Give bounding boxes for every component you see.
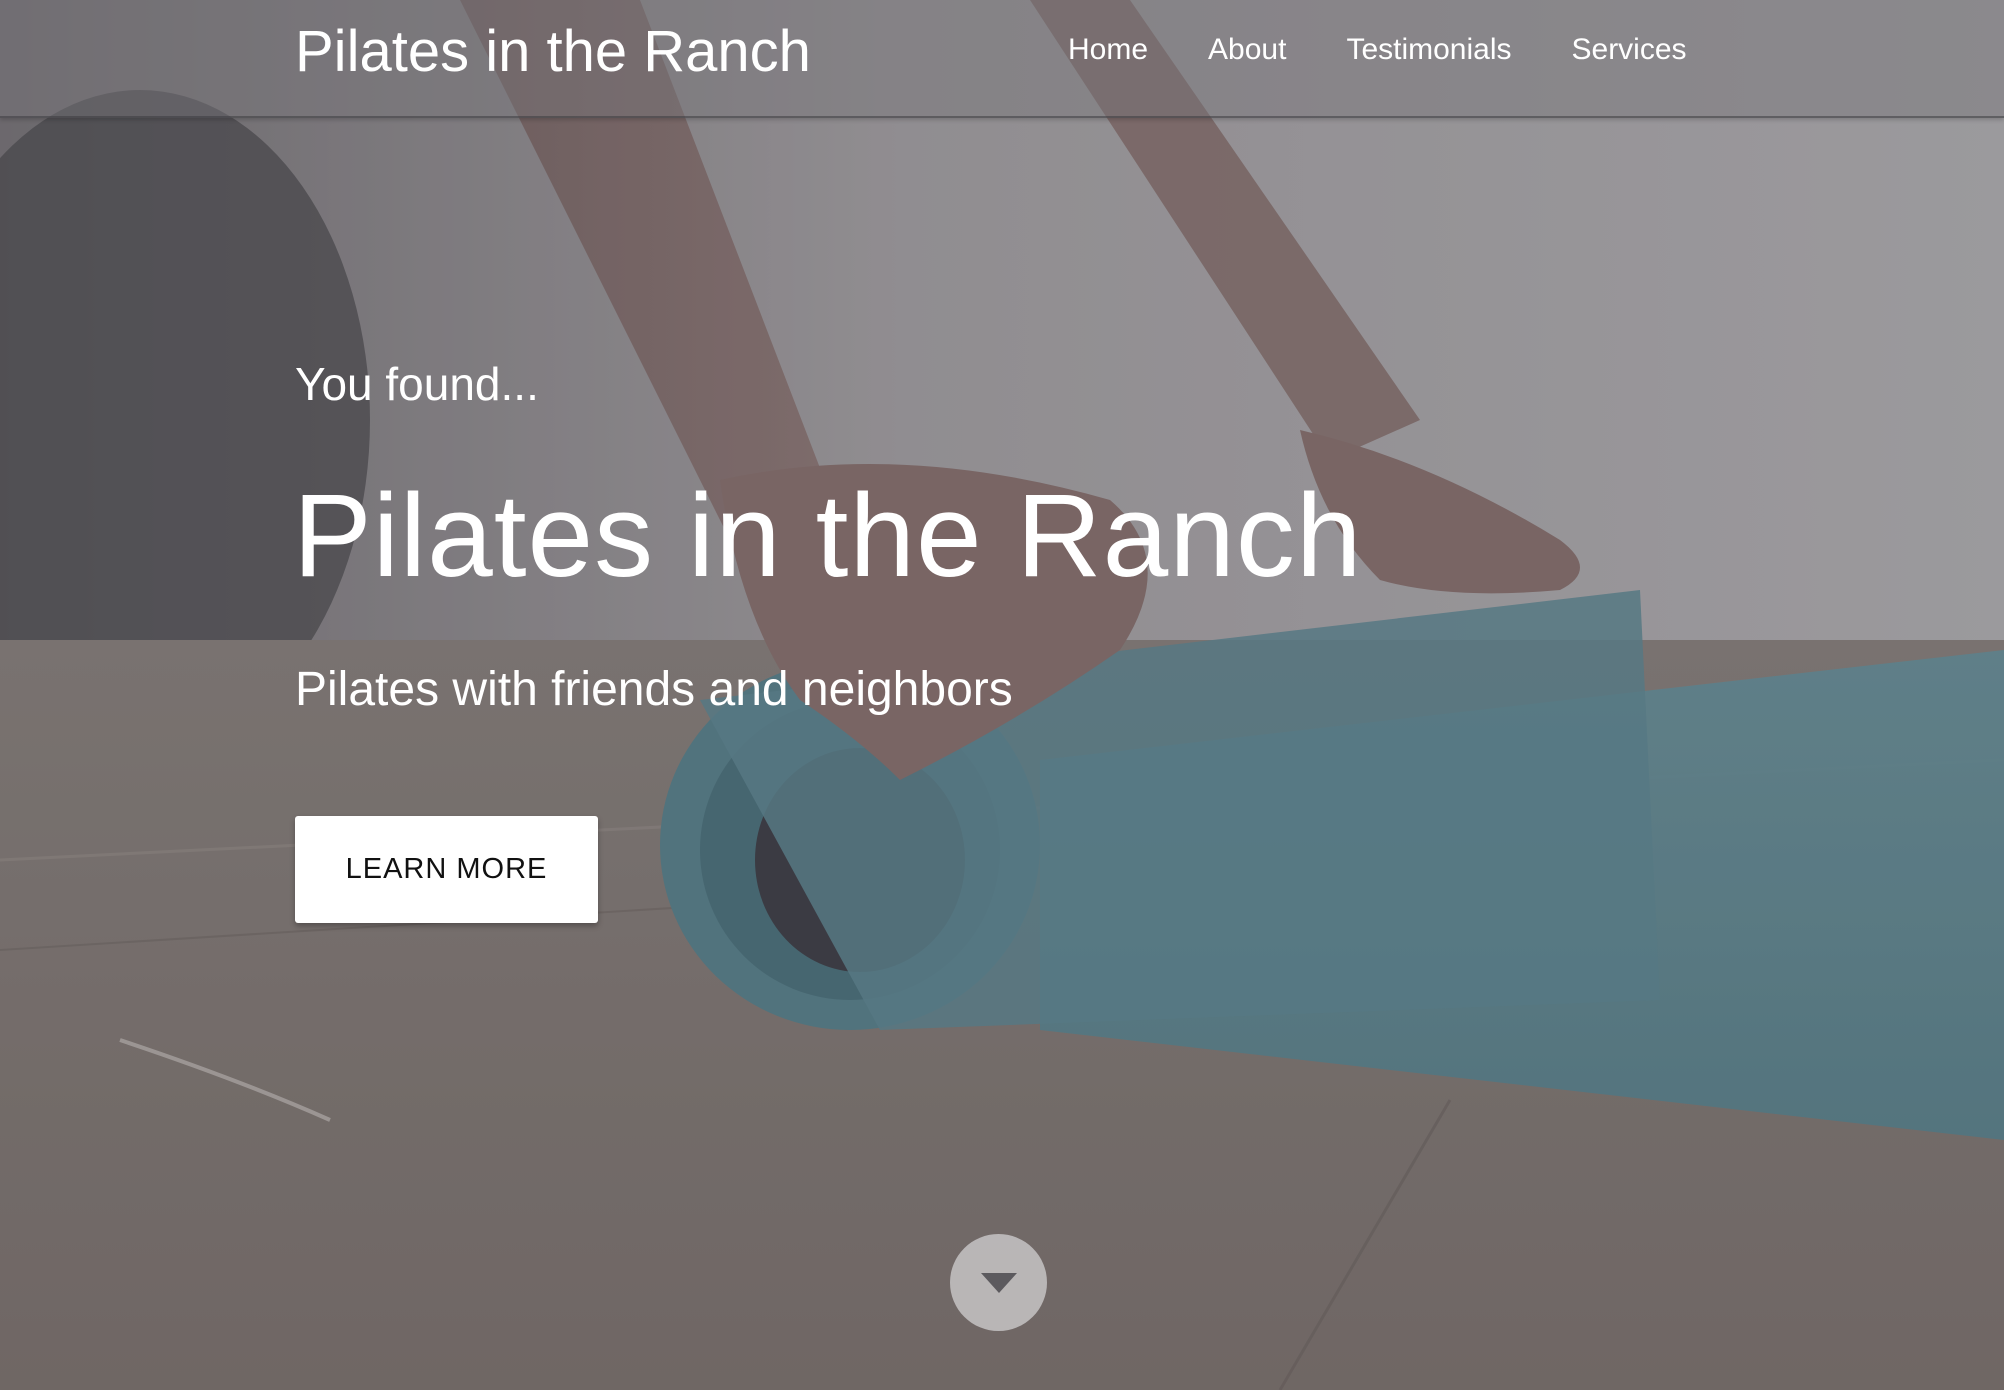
hero-subtitle: Pilates with friends and neighbors <box>295 663 1013 716</box>
top-navbar: Pilates in the Ranch Home About Testimon… <box>0 0 2004 118</box>
brand-logo-link[interactable]: Pilates in the Ranch <box>295 18 811 86</box>
nav-link-home[interactable]: Home <box>1068 32 1148 68</box>
caret-down-icon <box>980 1272 1017 1293</box>
hero-eyebrow: You found... <box>295 358 539 410</box>
nav-link-about[interactable]: About <box>1208 32 1286 68</box>
hero-title: Pilates in the Ranch <box>293 470 1363 602</box>
scroll-down-button[interactable] <box>950 1234 1047 1331</box>
nav-link-services[interactable]: Services <box>1572 32 1687 68</box>
learn-more-button[interactable]: LEARN MORE <box>295 816 598 923</box>
nav-links: Home About Testimonials Services <box>1068 32 1687 68</box>
nav-link-testimonials[interactable]: Testimonials <box>1346 32 1511 68</box>
landing-page: Pilates in the Ranch Home About Testimon… <box>0 0 2004 1390</box>
